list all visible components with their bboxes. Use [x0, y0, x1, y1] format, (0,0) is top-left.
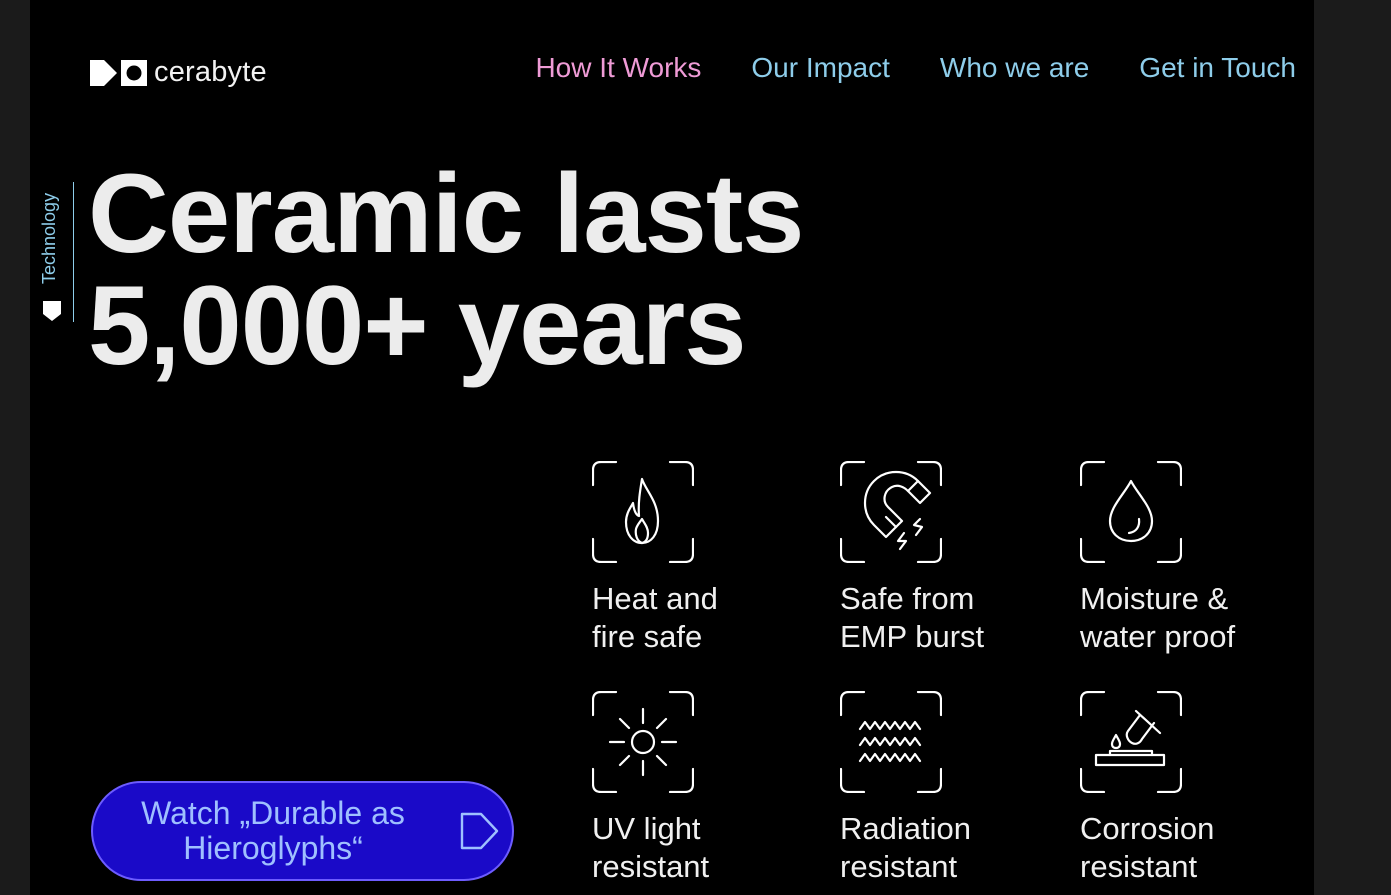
corrosion-icon — [1080, 691, 1182, 793]
flame-icon — [592, 461, 694, 563]
nav-get-in-touch[interactable]: Get in Touch — [1139, 52, 1296, 84]
watch-button-line-2: Hieroglyphs“ — [183, 830, 363, 866]
feature-label-line-1: Heat and — [592, 581, 718, 616]
feature-corrosion: Corrosion resistant — [1080, 691, 1280, 886]
feature-label: Moisture & water proof — [1080, 580, 1280, 656]
nav-who-we-are[interactable]: Who we are — [940, 52, 1089, 84]
feature-radiation: Radiation resistant — [840, 691, 1040, 886]
sun-icon — [592, 691, 694, 793]
feature-label: Safe from EMP burst — [840, 580, 1040, 656]
feature-label: Heat and fire safe — [592, 580, 792, 656]
feature-label: Corrosion resistant — [1080, 810, 1280, 886]
side-divider — [73, 182, 74, 322]
watch-button-line-1: Watch „Durable as — [141, 795, 405, 831]
feature-heat-fire: Heat and fire safe — [592, 461, 792, 656]
main-nav: How It Works Our Impact Who we are Get i… — [535, 52, 1296, 84]
feature-label-line-2: EMP burst — [840, 619, 985, 654]
play-icon — [460, 812, 499, 850]
water-drop-icon — [1080, 461, 1182, 563]
logo[interactable]: cerabyte — [90, 56, 267, 89]
bookmark-marker-icon — [43, 301, 61, 321]
feature-label: UV light resistant — [592, 810, 792, 886]
feature-label-line-1: Corrosion — [1080, 811, 1215, 846]
nav-how-it-works[interactable]: How It Works — [535, 52, 701, 84]
feature-label-line-1: UV light — [592, 811, 701, 846]
feature-label-line-1: Safe from — [840, 581, 975, 616]
radiation-waves-icon — [840, 691, 942, 793]
feature-label-line-2: resistant — [1080, 849, 1198, 884]
feature-uv: UV light resistant — [592, 691, 792, 886]
watch-video-button[interactable]: Watch „Durable as Hieroglyphs“ — [91, 781, 514, 881]
feature-emp: Safe from EMP burst — [840, 461, 1040, 656]
feature-label-line-2: fire safe — [592, 619, 703, 654]
feature-label-line-1: Moisture & — [1080, 581, 1229, 616]
section-side-label: Technology — [38, 180, 78, 325]
hero-line-1: Ceramic lasts — [88, 151, 804, 276]
hero-heading: Ceramic lasts 5,000+ years — [88, 151, 804, 388]
feature-label: Radiation resistant — [840, 810, 1040, 886]
watch-button-label: Watch „Durable as Hieroglyphs“ — [93, 796, 443, 866]
hero-line-2: 5,000+ years — [88, 263, 747, 388]
feature-label-line-1: Radiation — [840, 811, 971, 846]
section-label: Technology — [39, 192, 59, 284]
page: cerabyte How It Works Our Impact Who we … — [30, 0, 1314, 895]
feature-label-line-2: resistant — [592, 849, 710, 884]
feature-label-line-2: water proof — [1080, 619, 1236, 654]
feature-moisture: Moisture & water proof — [1080, 461, 1280, 656]
nav-our-impact[interactable]: Our Impact — [751, 52, 889, 84]
logo-mark-icon — [90, 59, 147, 86]
feature-label-line-2: resistant — [840, 849, 958, 884]
magnet-icon — [840, 461, 942, 563]
brand-name: cerabyte — [154, 56, 267, 88]
